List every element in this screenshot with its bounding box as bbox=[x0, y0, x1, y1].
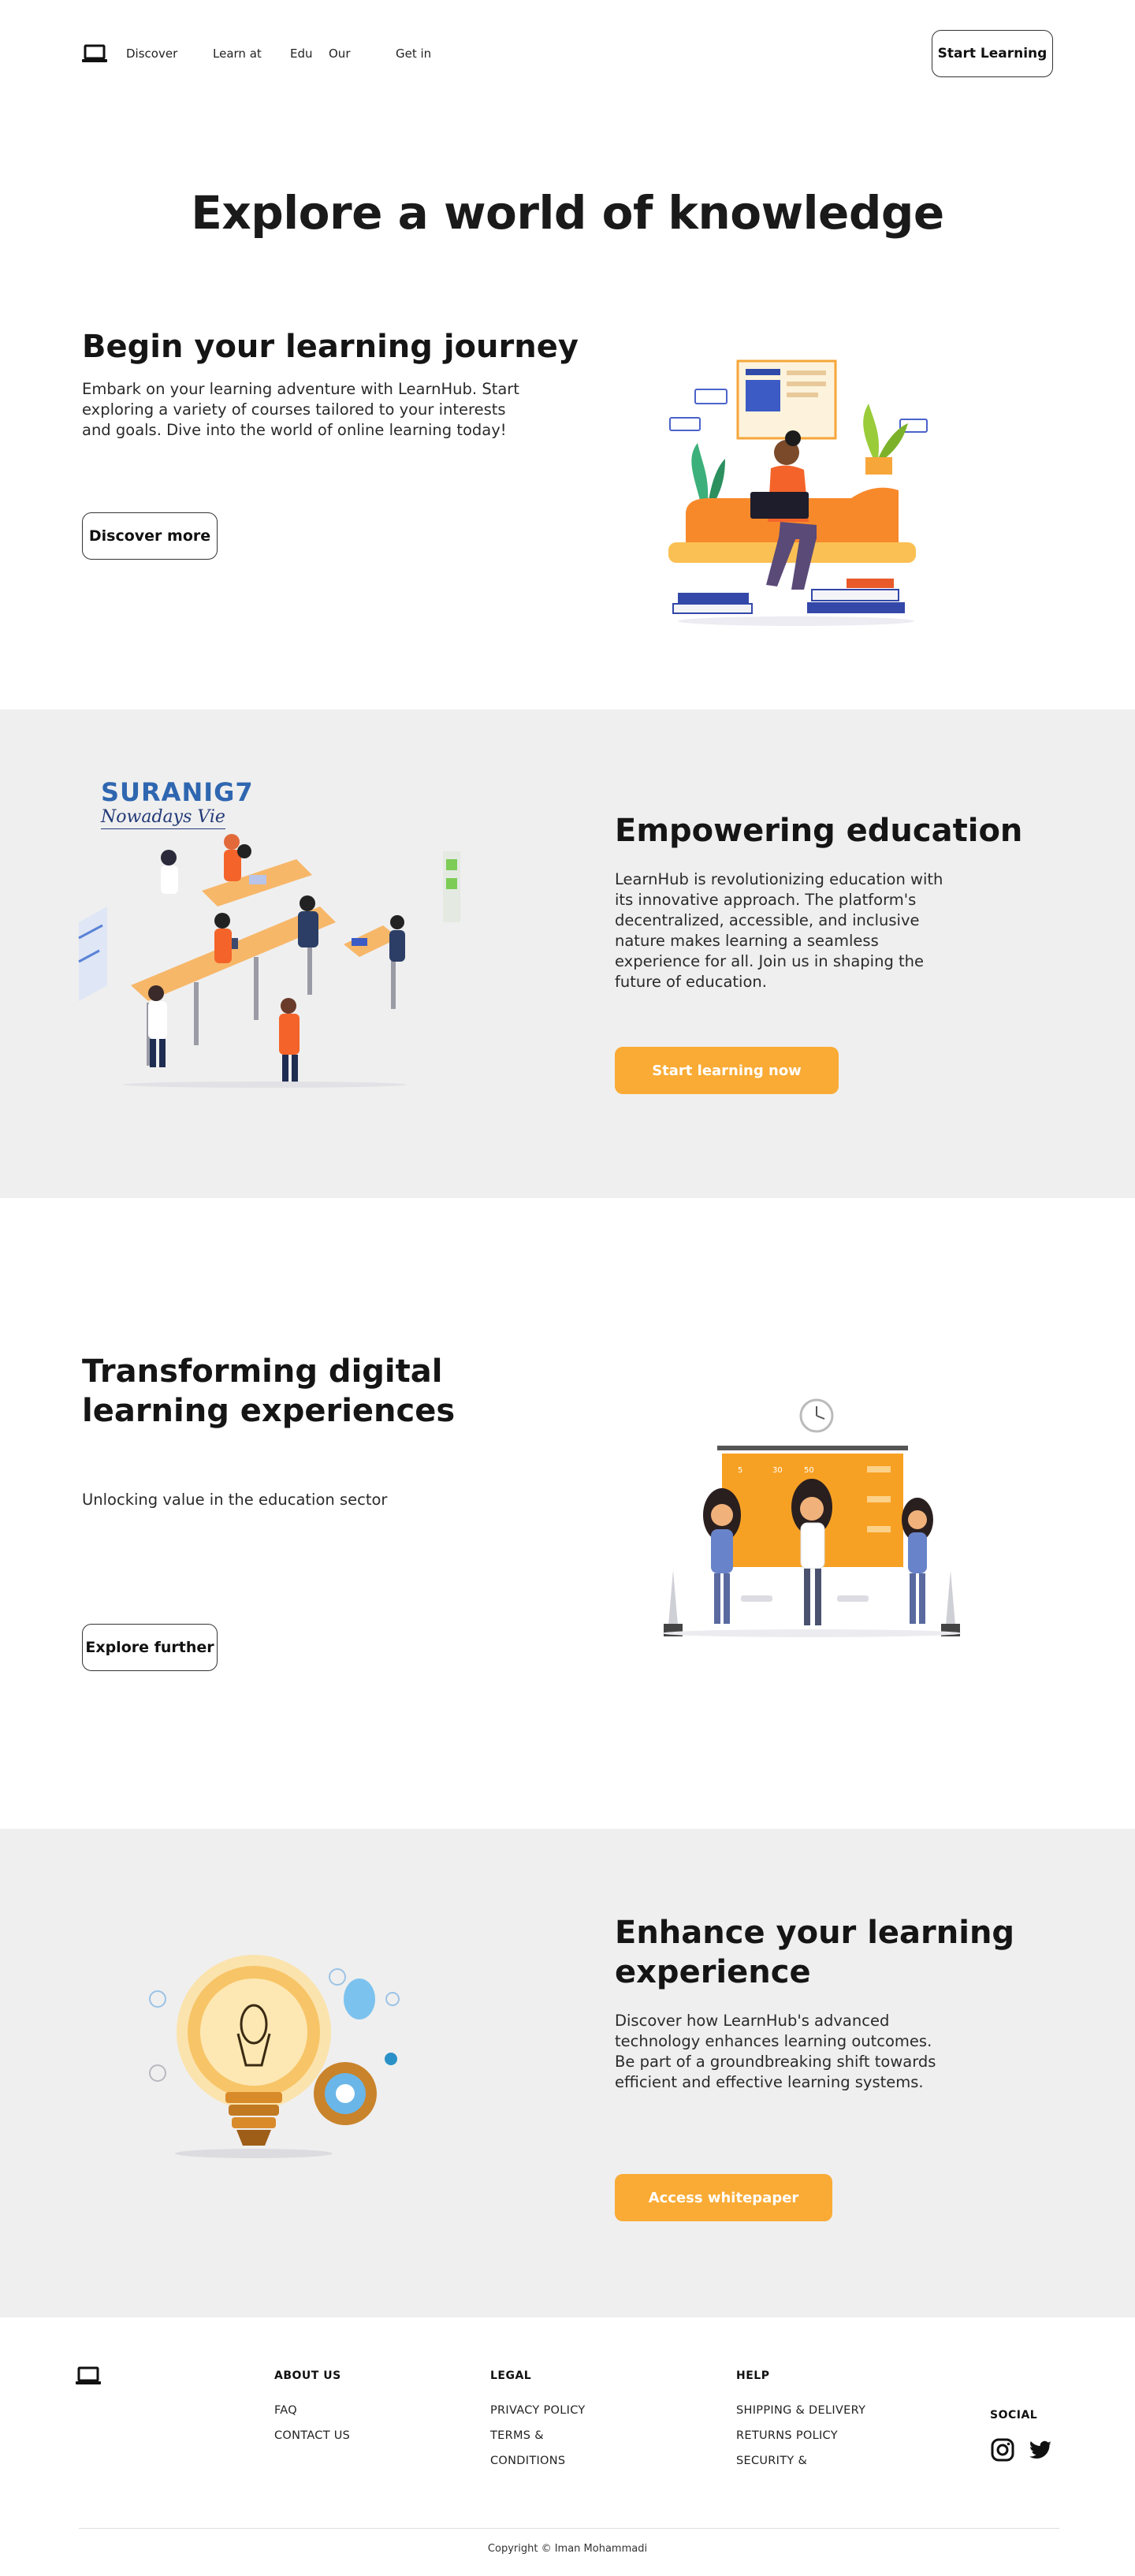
section-text: Unlocking value in the education sector bbox=[82, 1491, 388, 1509]
empowering-education-section: SURANIG7 Nowadays Vie Empowering educati… bbox=[0, 709, 1135, 1198]
start-learning-button[interactable]: Start Learning bbox=[932, 30, 1053, 77]
explore-further-button[interactable]: Explore further bbox=[82, 1624, 218, 1671]
students-at-board-illustration: 5 30 50 bbox=[662, 1398, 962, 1637]
section-text: Embark on your learning adventure with L… bbox=[82, 380, 519, 439]
footer-link-faq[interactable]: FAQ bbox=[274, 2404, 297, 2417]
footer-heading-about: ABOUT US bbox=[274, 2369, 341, 2382]
footer-link-returns[interactable]: RETURNS POLICY bbox=[736, 2429, 838, 2442]
page-bottom-spacer bbox=[0, 2560, 1135, 2576]
footer-link-security[interactable]: SECURITY & bbox=[736, 2455, 807, 2467]
nav-our[interactable]: Our bbox=[329, 47, 350, 61]
footer-link-contact[interactable]: CONTACT US bbox=[274, 2429, 350, 2442]
section-title: Begin your learning journey bbox=[82, 329, 579, 365]
svg-text:5: 5 bbox=[738, 1466, 742, 1475]
site-header: Discover Learn at Edu Our Get in Start L… bbox=[0, 0, 1135, 110]
footer-link-terms[interactable]: TERMS & bbox=[490, 2429, 544, 2442]
instagram-icon[interactable] bbox=[990, 2437, 1015, 2462]
image-caption-subtitle: Nowadays Vie bbox=[101, 807, 225, 829]
footer-heading-help: HELP bbox=[736, 2369, 770, 2382]
svg-text:50: 50 bbox=[804, 1466, 814, 1475]
footer-divider bbox=[79, 2528, 1059, 2529]
svg-text:30: 30 bbox=[772, 1466, 783, 1475]
footer-link-privacy[interactable]: PRIVACY POLICY bbox=[490, 2404, 586, 2417]
twitter-icon[interactable] bbox=[1028, 2437, 1053, 2462]
nav-learn-at[interactable]: Learn at bbox=[213, 47, 262, 61]
woman-with-laptop-illustration bbox=[668, 359, 928, 626]
image-caption-title: SURANIG7 bbox=[101, 777, 254, 807]
classroom-desks-illustration bbox=[78, 834, 460, 1088]
start-learning-now-button[interactable]: Start learning now bbox=[615, 1047, 839, 1094]
section-title: Empowering education bbox=[615, 813, 1023, 849]
hero-title: Explore a world of knowledge bbox=[191, 186, 944, 240]
discover-more-button[interactable]: Discover more bbox=[82, 512, 218, 560]
section-text: LearnHub is revolutionizing education wi… bbox=[615, 870, 943, 991]
access-whitepaper-button[interactable]: Access whitepaper bbox=[615, 2174, 832, 2221]
nav-get-in[interactable]: Get in bbox=[396, 47, 431, 61]
laptop-icon[interactable] bbox=[76, 2366, 101, 2385]
transforming-learning-section: Transforming digital learning experience… bbox=[0, 1198, 1135, 1829]
section-text: Discover how LearnHub's advanced technol… bbox=[615, 2012, 936, 2091]
copyright-text: Copyright © Iman Mohammadi bbox=[487, 2543, 648, 2555]
lightbulb-gear-illustration bbox=[149, 1955, 400, 2158]
footer-link-conditions[interactable]: CONDITIONS bbox=[490, 2455, 565, 2467]
footer-heading-legal: LEGAL bbox=[490, 2369, 532, 2382]
footer-link-shipping[interactable]: SHIPPING & DELIVERY bbox=[736, 2404, 865, 2417]
section-title: Enhance your learning experience bbox=[615, 1915, 1015, 1990]
footer-heading-social: SOCIAL bbox=[990, 2409, 1038, 2422]
section-title: Transforming digital learning experience… bbox=[82, 1353, 456, 1429]
enhance-learning-section: Enhance your learning experience Discove… bbox=[0, 1829, 1135, 2317]
laptop-icon[interactable] bbox=[82, 44, 107, 63]
nav-edu[interactable]: Edu bbox=[290, 47, 313, 61]
nav-discover[interactable]: Discover bbox=[126, 47, 177, 61]
learning-journey-section: Begin your learning journey Embark on yo… bbox=[0, 300, 1135, 709]
